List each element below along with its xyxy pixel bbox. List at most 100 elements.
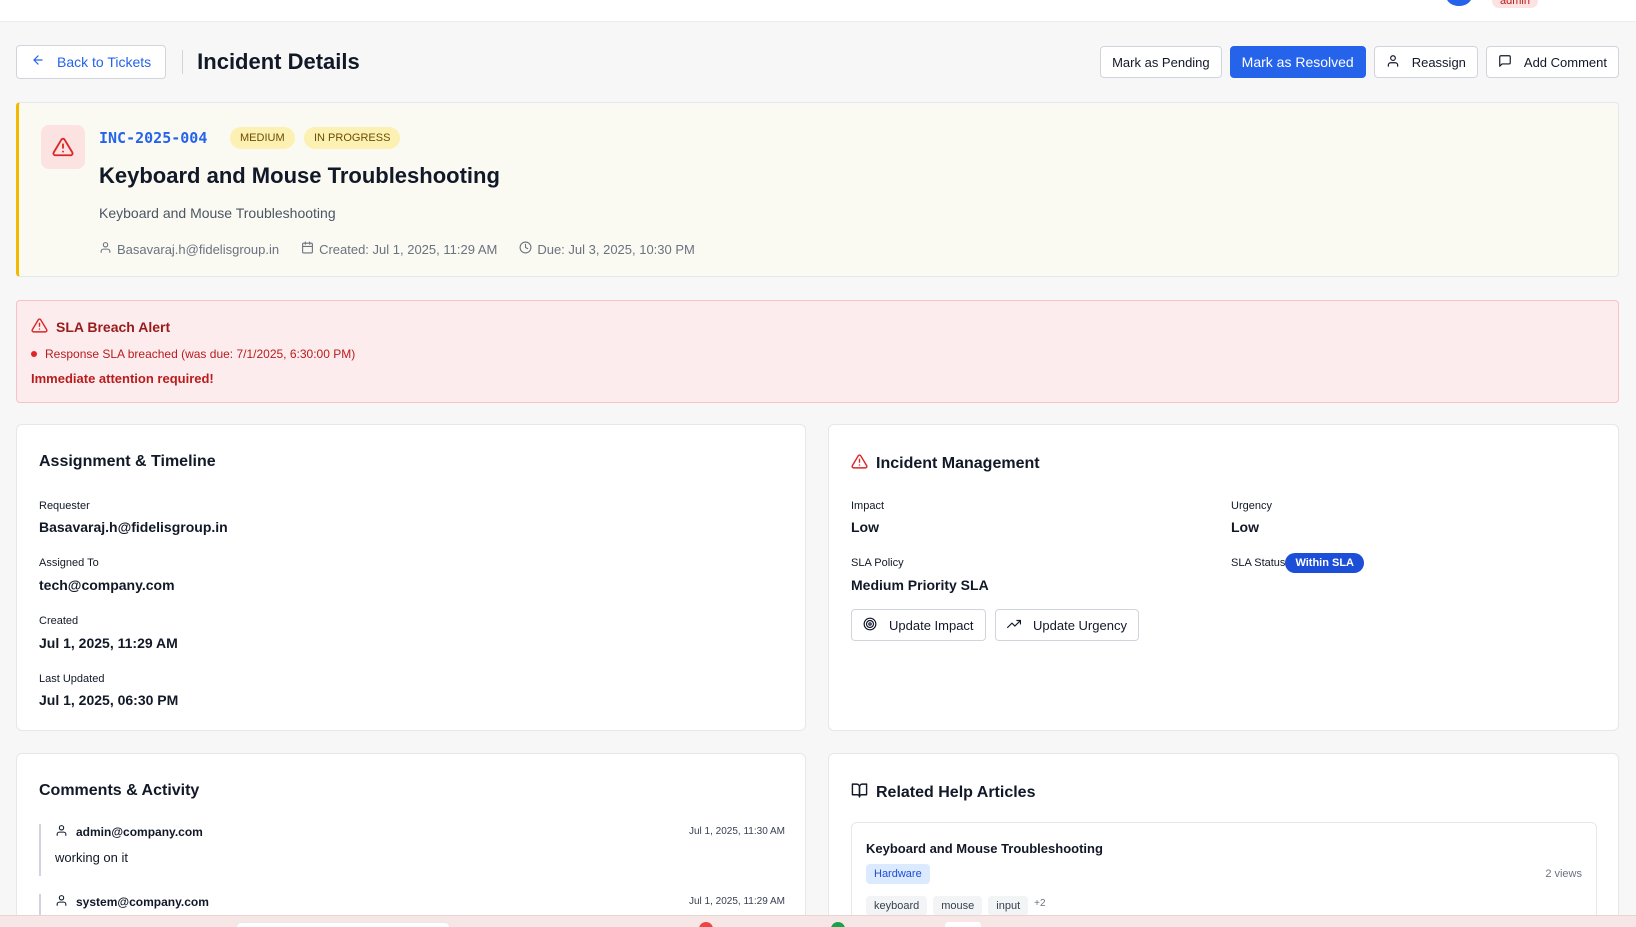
alert-triangle-icon (851, 453, 868, 475)
article-category-badge: Hardware (866, 864, 930, 884)
meta-requester: Basavaraj.h@fidelisgroup.in (99, 241, 279, 257)
sla-breach-alert: SLA Breach Alert Response SLA breached (… (16, 300, 1619, 403)
meta-created-text: Created: Jul 1, 2025, 11:29 AM (319, 241, 498, 257)
taskbar-app-icon[interactable] (831, 922, 845, 927)
add-comment-button[interactable]: Add Comment (1485, 46, 1619, 78)
comment-author-text: system@company.com (76, 895, 209, 909)
taskbar-app-icon[interactable] (945, 922, 981, 927)
meta-due: Due: Jul 3, 2025, 10:30 PM (519, 241, 695, 257)
user-icon (1386, 54, 1400, 71)
comments-card: Comments & Activity admin@company.com Ju… (16, 753, 806, 927)
update-impact-button[interactable]: Update Impact (851, 609, 986, 641)
comment-author: admin@company.com (55, 824, 785, 840)
update-impact-label: Update Impact (889, 617, 974, 633)
assignment-card: Assignment & Timeline Requester Basavara… (16, 424, 806, 731)
user-icon (99, 241, 112, 257)
back-label: Back to Tickets (57, 54, 152, 70)
assigned-label: Assigned To (39, 557, 99, 569)
reassign-label: Reassign (1411, 54, 1466, 70)
help-articles-card: Related Help Articles Keyboard and Mouse… (828, 753, 1619, 927)
trending-up-icon (1007, 617, 1021, 634)
alert-triangle-icon (31, 317, 48, 337)
page-title: Incident Details (197, 49, 360, 74)
top-bar: admin (0, 0, 1636, 22)
urgency-label: Urgency (1231, 500, 1272, 512)
article-tags: keyboard mouse input +2 (866, 896, 1046, 916)
clock-icon (519, 241, 532, 257)
mark-resolved-label: Mark as Resolved (1241, 54, 1354, 70)
book-open-icon (851, 782, 868, 804)
status-badge: IN PROGRESS (304, 127, 401, 149)
assignment-title: Assignment & Timeline (39, 453, 216, 470)
impact-label: Impact (851, 500, 885, 512)
sla-alert-title-text: SLA Breach Alert (56, 319, 171, 335)
divider (182, 50, 184, 74)
taskbar-search[interactable] (236, 922, 450, 927)
message-square-icon (1498, 54, 1512, 71)
incident-meta: Basavaraj.h@fidelisgroup.in Created: Jul… (99, 241, 695, 257)
impact-value: Low (851, 519, 879, 535)
sla-status-badge: Within SLA (1285, 553, 1364, 573)
sla-policy-value: Medium Priority SLA (851, 577, 989, 593)
comments-title: Comments & Activity (39, 782, 200, 799)
sla-status-label: SLA Status (1231, 557, 1286, 569)
bullet-dot (31, 351, 37, 357)
article-tag: mouse (933, 896, 983, 916)
comment-author-text: admin@company.com (76, 825, 203, 839)
help-articles-title: Related Help Articles (851, 782, 1035, 804)
page-header: Back to Tickets Incident Details Mark as… (16, 45, 1619, 79)
sla-alert-message: Response SLA breached (was due: 7/1/2025… (31, 347, 355, 361)
created-value: Jul 1, 2025, 11:29 AM (39, 635, 178, 651)
sla-alert-message-text: Response SLA breached (was due: 7/1/2025… (45, 347, 356, 361)
incident-management-title-text: Incident Management (876, 455, 1040, 472)
created-label: Created (39, 615, 79, 627)
article-tags-more: +2 (1034, 897, 1046, 909)
assigned-value: tech@company.com (39, 577, 175, 593)
urgency-value: Low (1231, 519, 1259, 535)
comment-item: admin@company.com Jul 1, 2025, 11:30 AM … (39, 824, 785, 876)
help-article-card[interactable]: Keyboard and Mouse Troubleshooting Hardw… (851, 822, 1597, 927)
add-comment-label: Add Comment (1523, 54, 1607, 70)
meta-created: Created: Jul 1, 2025, 11:29 AM (301, 241, 497, 257)
update-urgency-label: Update Urgency (1033, 617, 1127, 633)
incident-management-card: Incident Management Impact Low Urgency L… (828, 424, 1619, 731)
sla-alert-title: SLA Breach Alert (31, 317, 170, 337)
comment-author: system@company.com (55, 894, 785, 910)
article-views: 2 views (1545, 868, 1582, 880)
incident-summary-card: INC-2025-004 MEDIUM IN PROGRESS Keyboard… (16, 102, 1619, 277)
sla-alert-urgent: Immediate attention required! (31, 371, 214, 386)
article-tag: input (988, 896, 1029, 916)
priority-badge: MEDIUM (230, 127, 295, 149)
incident-id: INC-2025-004 (99, 129, 208, 147)
comment-time: Jul 1, 2025, 11:30 AM (689, 826, 785, 837)
incident-description: Keyboard and Mouse Troubleshooting (99, 205, 336, 221)
incident-management-title: Incident Management (851, 453, 1040, 475)
role-badge: admin (1492, 0, 1538, 8)
back-to-tickets-button[interactable]: Back to Tickets (16, 45, 167, 79)
reassign-button[interactable]: Reassign (1373, 46, 1478, 78)
taskbar-app-icon[interactable] (699, 922, 713, 927)
target-icon (863, 617, 877, 634)
requester-label: Requester (39, 500, 90, 512)
incident-title: Keyboard and Mouse Troubleshooting (99, 163, 500, 188)
requester-value: Basavaraj.h@fidelisgroup.in (39, 519, 228, 535)
user-icon (55, 824, 68, 840)
last-updated-value: Jul 1, 2025, 06:30 PM (39, 692, 179, 708)
arrow-left-icon (31, 53, 45, 71)
bottom-taskbar (0, 915, 1636, 927)
meta-requester-text: Basavaraj.h@fidelisgroup.in (117, 241, 280, 257)
calendar-icon (301, 241, 314, 257)
help-articles-title-text: Related Help Articles (876, 784, 1036, 801)
sla-policy-label: SLA Policy (851, 557, 904, 569)
mark-pending-button[interactable]: Mark as Pending (1100, 46, 1222, 78)
article-tag: keyboard (866, 896, 928, 916)
user-icon (55, 894, 68, 910)
alert-triangle-icon (41, 125, 85, 169)
avatar[interactable] (1446, 0, 1472, 6)
article-title: Keyboard and Mouse Troubleshooting (866, 841, 1103, 856)
comment-time: Jul 1, 2025, 11:29 AM (689, 896, 785, 907)
mark-resolved-button[interactable]: Mark as Resolved (1229, 46, 1366, 78)
last-updated-label: Last Updated (39, 673, 105, 685)
update-urgency-button[interactable]: Update Urgency (995, 609, 1139, 641)
sla-status-row: SLA Status Within SLA (1231, 553, 1364, 573)
